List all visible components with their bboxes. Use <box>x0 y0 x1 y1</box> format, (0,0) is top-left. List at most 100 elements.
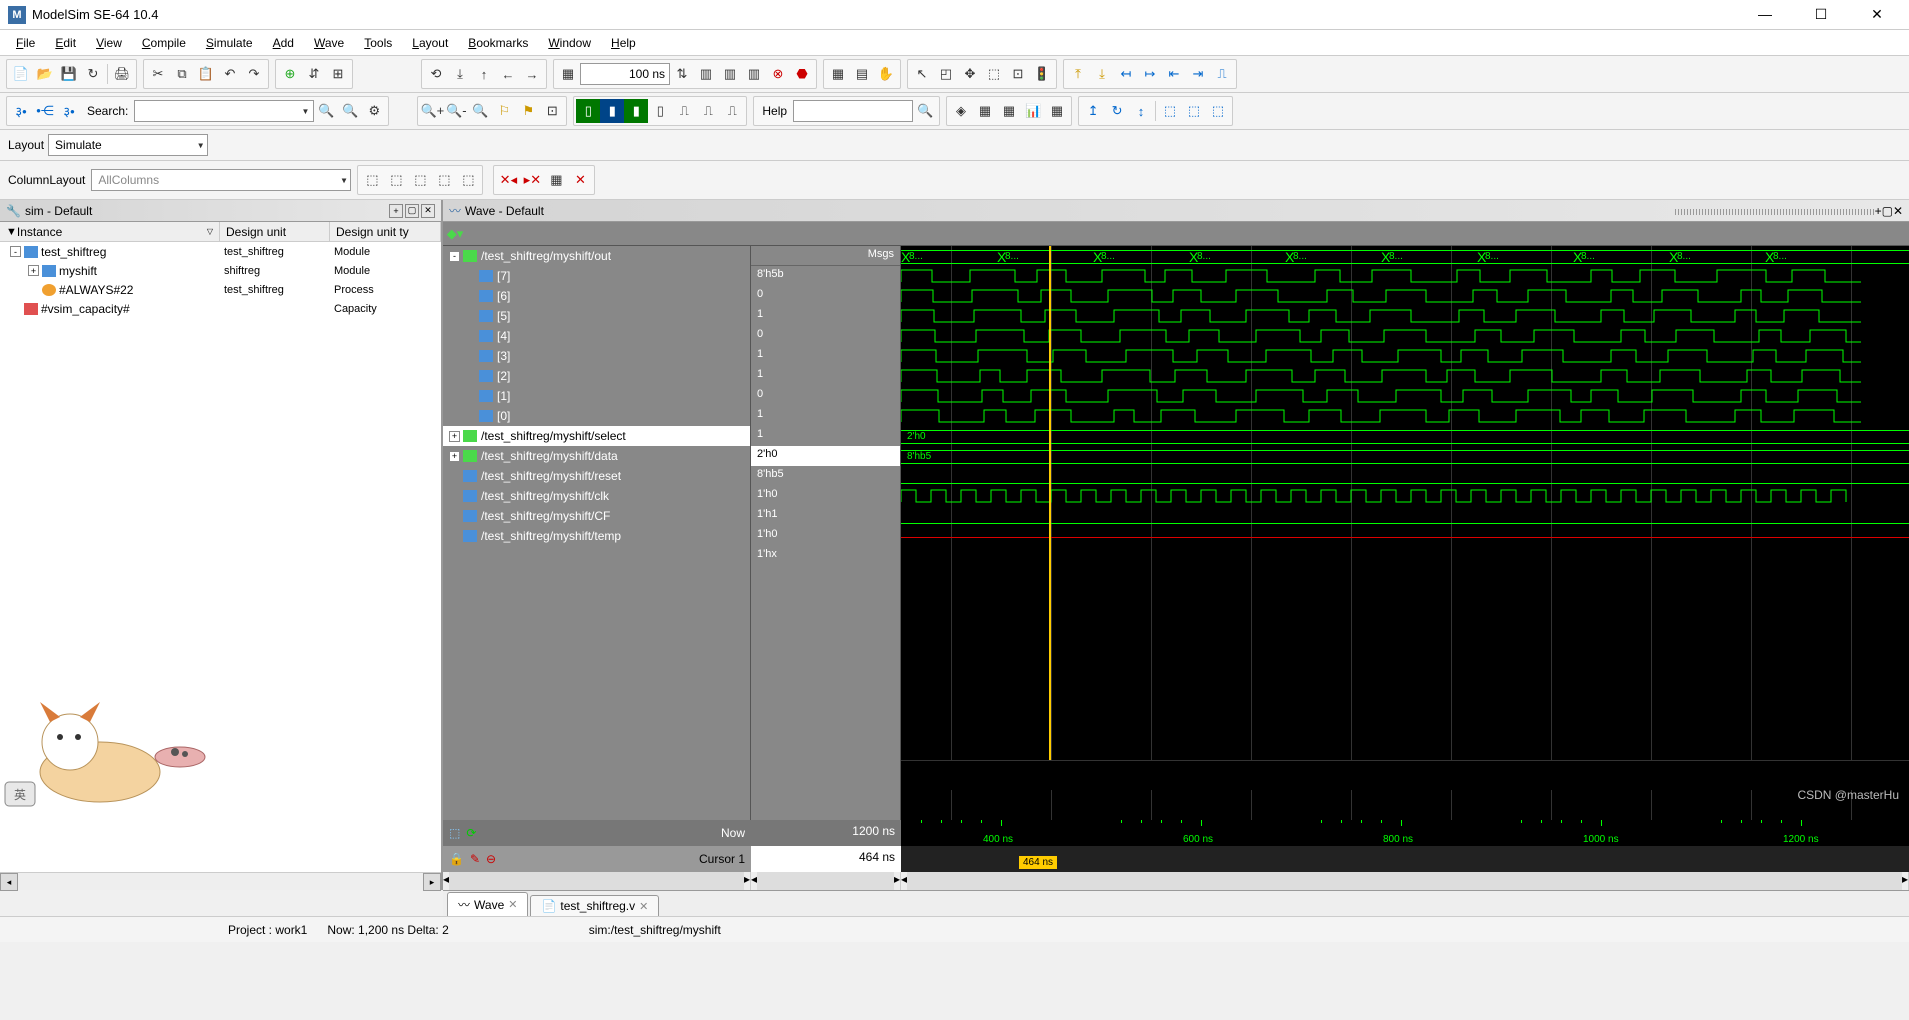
wave-expand-icon[interactable]: ▯ <box>576 99 600 123</box>
signal-row[interactable]: /test_shiftreg/myshift/clk <box>443 486 750 506</box>
tab-file-close-icon[interactable]: ✕ <box>639 900 648 913</box>
panel-add-button[interactable]: + <box>389 204 403 218</box>
run-icon[interactable]: ▦ <box>556 62 580 86</box>
menu-add[interactable]: Add <box>263 34 304 52</box>
expand-toggle[interactable]: - <box>10 246 21 257</box>
tree-row[interactable]: -test_shiftregtest_shiftregModule <box>0 242 441 261</box>
signal-row[interactable]: /test_shiftreg/myshift/temp <box>443 526 750 546</box>
run-all-icon[interactable]: ▥ <box>694 62 718 86</box>
undo-icon[interactable]: ↶ <box>218 62 242 86</box>
hand-icon[interactable]: ✋ <box>874 62 898 86</box>
close-button[interactable]: ✕ <box>1859 6 1895 23</box>
transition-next-icon[interactable]: ⇥ <box>1186 62 1210 86</box>
schematic-icon[interactable]: ▦ <box>997 99 1021 123</box>
up-arrow-icon[interactable]: ↑ <box>472 62 496 86</box>
wave-canvas[interactable]: 8...X8...X8...X8...X8...X8...X8...X8...X… <box>901 246 1909 820</box>
compare-list-icon[interactable]: ▦ <box>544 168 568 192</box>
step-out-icon[interactable]: ३• <box>57 99 81 123</box>
group-sig5-icon[interactable]: ⬚ <box>456 168 480 192</box>
panel-close-button[interactable]: ✕ <box>421 204 435 218</box>
menu-file[interactable]: File <box>6 34 45 52</box>
list-icon[interactable]: ▤ <box>850 62 874 86</box>
tree-row[interactable]: +myshiftshiftregModule <box>0 261 441 280</box>
maximize-button[interactable]: ☐ <box>1803 6 1839 23</box>
cut-icon[interactable]: ✂ <box>146 62 170 86</box>
cursor-remove-icon[interactable]: ⬚ <box>1182 99 1206 123</box>
tab-wave[interactable]: 〰 Wave ✕ <box>447 892 528 916</box>
tab-file[interactable]: 📄 test_shiftreg.v ✕ <box>530 895 659 916</box>
now-toggle-icon[interactable]: ⬚ <box>449 826 460 840</box>
compare-prev-icon[interactable]: ✕◂ <box>496 168 520 192</box>
run-continue-icon[interactable]: ▥ <box>718 62 742 86</box>
signal-row[interactable]: /test_shiftreg/myshift/reset <box>443 466 750 486</box>
zoom-region-icon[interactable]: ⬚ <box>982 62 1006 86</box>
tree-icon[interactable]: ⊞ <box>326 62 350 86</box>
cursor-goto-icon[interactable]: ⬚ <box>1206 99 1230 123</box>
tab-wave-close-icon[interactable]: ✕ <box>508 898 517 911</box>
menu-simulate[interactable]: Simulate <box>196 34 263 52</box>
time-stepper-icon[interactable]: ⇅ <box>670 62 694 86</box>
step-into-icon[interactable]: ३• <box>9 99 33 123</box>
compare-clear-icon[interactable]: ✕ <box>568 168 592 192</box>
profile-icon[interactable]: ▦ <box>1045 99 1069 123</box>
signal-row[interactable]: /test_shiftreg/myshift/CF <box>443 506 750 526</box>
cursor-link-up-icon[interactable]: ↥ <box>1081 99 1105 123</box>
column-layout-dropdown[interactable]: AllColumns <box>91 169 351 191</box>
zoom-in-icon[interactable]: 🔍+ <box>420 99 444 123</box>
add-icon[interactable]: ⊕ <box>278 62 302 86</box>
col-design-unit-type[interactable]: Design unit ty <box>330 222 441 241</box>
dataflow-icon[interactable]: ▦ <box>973 99 997 123</box>
group-sig1-icon[interactable]: ⬚ <box>360 168 384 192</box>
wave-div1-icon[interactable]: ⎍ <box>672 99 696 123</box>
open-icon[interactable]: 📂 <box>33 62 57 86</box>
menu-layout[interactable]: Layout <box>402 34 458 52</box>
now-reset-icon[interactable]: ⟳ <box>466 826 476 840</box>
menu-edit[interactable]: Edit <box>45 34 86 52</box>
scroll-left-icon[interactable]: ◂ <box>0 873 18 891</box>
step-over-icon[interactable]: •⋲ <box>33 99 57 123</box>
paste-icon[interactable]: 📋 <box>194 62 218 86</box>
cursor-add-icon[interactable]: ⬚ <box>1158 99 1182 123</box>
signal-row[interactable]: [0] <box>443 406 750 426</box>
help-search-icon[interactable]: 🔍 <box>913 99 937 123</box>
find-prev-icon[interactable]: 🔍 <box>314 99 338 123</box>
panel-max-button[interactable]: ▢ <box>405 204 419 218</box>
signal-prev-icon[interactable]: ↤ <box>1114 62 1138 86</box>
zoom-full-icon[interactable]: 🔍 <box>468 99 492 123</box>
canvas-scroll-right-icon[interactable]: ▸ <box>1902 872 1908 890</box>
expand-toggle[interactable]: + <box>449 451 460 462</box>
signal-row[interactable]: +/test_shiftreg/myshift/data <box>443 446 750 466</box>
sim-hscroll[interactable]: ◂ ▸ <box>0 872 441 890</box>
select-icon[interactable]: ◰ <box>934 62 958 86</box>
signal-row[interactable]: [3] <box>443 346 750 366</box>
signal-row[interactable]: [1] <box>443 386 750 406</box>
save-icon[interactable]: 💾 <box>57 62 81 86</box>
wave-signal-icon[interactable]: ◆▾ <box>443 222 467 246</box>
menu-tools[interactable]: Tools <box>354 34 402 52</box>
menu-window[interactable]: Window <box>538 34 601 52</box>
msgs-scroll-right-icon[interactable]: ▸ <box>894 872 900 890</box>
signal-row[interactable]: +/test_shiftreg/myshift/select <box>443 426 750 446</box>
group-sig3-icon[interactable]: ⬚ <box>408 168 432 192</box>
wave-ungroup-icon[interactable]: ▯ <box>648 99 672 123</box>
signal-next-icon[interactable]: ↦ <box>1138 62 1162 86</box>
stop-icon[interactable]: ⬣ <box>790 62 814 86</box>
wave-div2-icon[interactable]: ⎍ <box>696 99 720 123</box>
expand-toggle[interactable]: + <box>28 265 39 276</box>
group-sig4-icon[interactable]: ⬚ <box>432 168 456 192</box>
zoom-fit-icon[interactable]: ⊡ <box>1006 62 1030 86</box>
edge-icon[interactable]: ⎍ <box>1210 62 1234 86</box>
refresh-icon[interactable]: ↻ <box>81 62 105 86</box>
cursor-lock-icon[interactable]: 🔒 <box>449 852 464 866</box>
bookmark-add-icon[interactable]: ⚑ <box>516 99 540 123</box>
new-file-icon[interactable]: 📄 <box>9 62 33 86</box>
signal-row[interactable]: [6] <box>443 286 750 306</box>
wave-add-button[interactable]: + <box>1875 204 1882 218</box>
tree-row[interactable]: #vsim_capacity#Capacity <box>0 299 441 318</box>
wave-div3-icon[interactable]: ⎍ <box>720 99 744 123</box>
transition-prev-icon[interactable]: ⇤ <box>1162 62 1186 86</box>
col-instance[interactable]: ▼Instance▽ <box>0 222 220 241</box>
menu-wave[interactable]: Wave <box>304 34 354 52</box>
tree-body[interactable]: -test_shiftregtest_shiftregModule+myshif… <box>0 242 441 872</box>
pointer-icon[interactable]: ↖ <box>910 62 934 86</box>
